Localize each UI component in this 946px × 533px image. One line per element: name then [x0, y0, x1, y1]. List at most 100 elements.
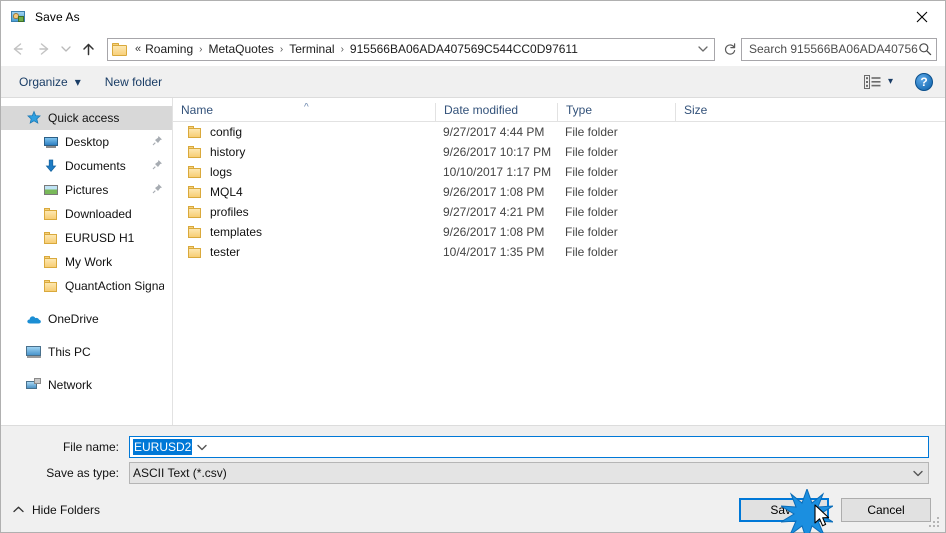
column-header-size[interactable]: Size: [675, 103, 755, 121]
table-row[interactable]: MQL4 9/26/2017 1:08 PM File folder: [173, 182, 945, 202]
address-dropdown-button[interactable]: [692, 39, 714, 60]
sidebar-item-onedrive[interactable]: OneDrive: [1, 307, 172, 331]
save-as-type-dropdown-button[interactable]: [908, 470, 928, 477]
dialog-footer: Hide Folders Save Cancel: [1, 488, 945, 532]
chevron-down-icon: [61, 46, 71, 52]
forward-button[interactable]: [31, 36, 57, 62]
sidebar-item-quantaction-signal[interactable]: QuantAction Signal: [1, 274, 172, 298]
address-bar[interactable]: « Roaming › MetaQuotes › Terminal › 9155…: [107, 37, 715, 61]
table-row[interactable]: profiles 9/27/2017 4:21 PM File folder: [173, 202, 945, 222]
search-input[interactable]: Search 915566BA06ADA40756...: [749, 42, 918, 56]
sidebar-item-my-work[interactable]: My Work: [1, 250, 172, 274]
recent-locations-button[interactable]: [57, 36, 75, 62]
folder-icon: [187, 144, 203, 160]
file-name-cell: MQL4: [173, 184, 435, 200]
column-header-date-label: Date modified: [444, 103, 519, 117]
file-name: templates: [210, 225, 263, 239]
save-as-type-label: Save as type:: [46, 466, 119, 480]
file-type: File folder: [565, 205, 618, 219]
file-name-value[interactable]: EURUSD2: [133, 439, 193, 455]
table-row[interactable]: config 9/27/2017 4:44 PM File folder: [173, 122, 945, 142]
sidebar-item-this-pc[interactable]: This PC: [1, 340, 172, 364]
breadcrumb-overflow[interactable]: «: [133, 43, 143, 55]
new-folder-button[interactable]: New folder: [105, 75, 162, 89]
breadcrumb: « Roaming › MetaQuotes › Terminal › 9155…: [133, 42, 692, 56]
cancel-button[interactable]: Cancel: [841, 498, 931, 522]
sidebar-item-pictures[interactable]: Pictures: [1, 178, 172, 202]
column-header-type[interactable]: Type: [557, 103, 675, 121]
hide-folders-button[interactable]: Hide Folders: [13, 503, 100, 517]
star-icon: [26, 110, 42, 126]
file-name-cell: profiles: [173, 204, 435, 220]
chevron-up-icon: [13, 505, 24, 516]
file-name-row: File name: EURUSD2: [17, 436, 929, 458]
chevron-down-icon: ▾: [74, 74, 81, 89]
file-type: File folder: [565, 165, 618, 179]
breadcrumb-item-roaming[interactable]: Roaming: [143, 42, 195, 56]
search-icon: [919, 43, 932, 56]
back-button[interactable]: [5, 36, 31, 62]
breadcrumb-item-instance-id[interactable]: 915566BA06ADA407569C544CC0D97611: [348, 42, 580, 56]
sidebar-item-label: OneDrive: [48, 312, 99, 326]
save-as-icon: [10, 9, 26, 25]
save-as-type-value: ASCII Text (*.csv): [133, 466, 227, 480]
close-button[interactable]: [899, 1, 945, 32]
column-header-name[interactable]: Name ^: [173, 103, 435, 121]
refresh-button[interactable]: [719, 39, 741, 60]
breadcrumb-item-metaquotes[interactable]: MetaQuotes: [207, 42, 276, 56]
close-icon: [916, 11, 928, 22]
search-box[interactable]: Search 915566BA06ADA40756...: [741, 37, 937, 61]
sidebar-item-documents[interactable]: Documents: [1, 154, 172, 178]
table-row[interactable]: tester 10/4/2017 1:35 PM File folder: [173, 242, 945, 262]
arrow-up-icon: [82, 43, 94, 55]
picture-icon: [43, 182, 59, 198]
file-type: File folder: [565, 225, 618, 239]
pin-icon[interactable]: [152, 183, 164, 197]
column-header-row: Name ^ Date modified Type Size: [173, 98, 945, 122]
sidebar-item-eurusd-h1[interactable]: EURUSD H1: [1, 226, 172, 250]
download-icon: [43, 158, 59, 174]
up-button[interactable]: [75, 36, 101, 62]
sidebar-item-quick-access[interactable]: Quick access: [1, 106, 172, 130]
change-view-button[interactable]: ▾: [863, 74, 893, 89]
window-title: Save As: [35, 9, 80, 24]
navigation-pane: Quick access Desktop Documents Pictures …: [1, 98, 173, 425]
organize-button[interactable]: Organize ▾: [19, 75, 81, 89]
navigation-bar: « Roaming › MetaQuotes › Terminal › 9155…: [1, 32, 945, 66]
file-list-pane: Name ^ Date modified Type Size config 9/…: [173, 98, 945, 425]
file-name: tester: [210, 245, 241, 259]
sidebar-item-desktop[interactable]: Desktop: [1, 130, 172, 154]
file-date: 9/26/2017 1:08 PM: [443, 225, 545, 239]
pin-icon[interactable]: [152, 135, 164, 149]
resize-grip-icon[interactable]: [929, 517, 941, 529]
file-name-dropdown-button[interactable]: [192, 444, 212, 451]
sidebar-item-downloaded[interactable]: Downloaded: [1, 202, 172, 226]
monitor-icon: [43, 134, 59, 150]
help-button[interactable]: ?: [915, 72, 933, 91]
breadcrumb-item-terminal[interactable]: Terminal: [287, 42, 336, 56]
pin-icon[interactable]: [152, 159, 164, 173]
save-form: File name: EURUSD2 Save as type: ASCII T…: [1, 425, 945, 488]
toolbar: Organize ▾ New folder ▾ ?: [1, 66, 945, 98]
thispc-icon: [26, 344, 42, 360]
organize-label: Organize: [19, 74, 68, 89]
sidebar-item-label: My Work: [65, 255, 113, 269]
folder-icon: [43, 254, 59, 270]
save-button[interactable]: Save: [739, 498, 829, 522]
table-row[interactable]: templates 9/26/2017 1:08 PM File folder: [173, 222, 945, 242]
file-name-input[interactable]: EURUSD2: [129, 436, 929, 458]
sidebar-item-label: QuantAction Signal: [65, 279, 164, 293]
save-as-dialog: Save As « Roaming › MetaQuotes › Termina…: [0, 0, 946, 533]
file-date: 9/26/2017 1:08 PM: [443, 185, 545, 199]
table-row[interactable]: logs 10/10/2017 1:17 PM File folder: [173, 162, 945, 182]
sidebar-item-network[interactable]: Network: [1, 373, 172, 397]
folder-icon: [187, 184, 203, 200]
file-name: config: [210, 125, 243, 139]
column-header-date-modified[interactable]: Date modified: [435, 103, 557, 121]
breadcrumb-separator: ›: [199, 43, 203, 55]
file-name: MQL4: [210, 185, 243, 199]
table-row[interactable]: history 9/26/2017 10:17 PM File folder: [173, 142, 945, 162]
save-as-type-select[interactable]: ASCII Text (*.csv): [129, 462, 929, 484]
